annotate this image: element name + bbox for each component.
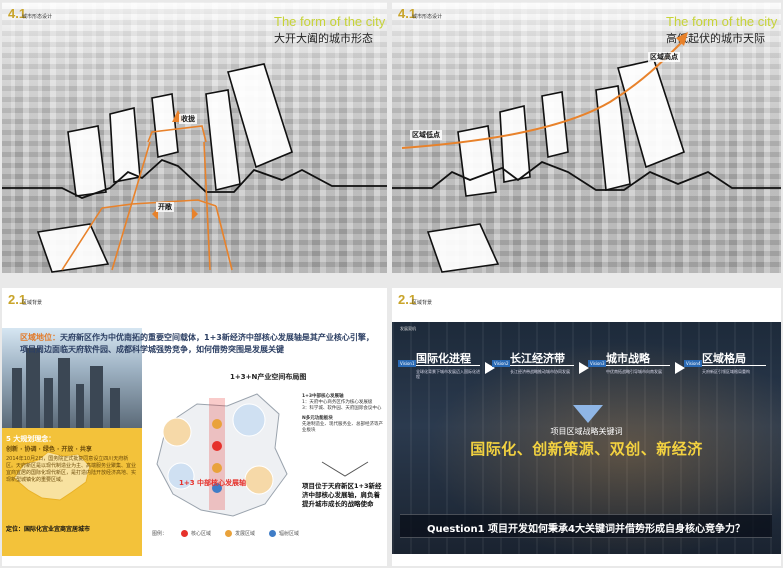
core-axis-label: 1+3 中部核心发展轴 xyxy=(179,479,247,487)
tower-e xyxy=(457,125,497,197)
slide-city-form-open-close: 4.1 城市形态设计 The form of the city 大开大阖的城市形… xyxy=(2,2,387,273)
close-right xyxy=(203,141,211,271)
skyline-arrow xyxy=(676,32,688,46)
tower-a xyxy=(226,63,293,169)
headline: 区域地位：天府新区作为中优南拓的重要空间载体，1+3新经济中部核心发展轴是其产业… xyxy=(20,332,380,356)
arrow-right xyxy=(192,208,198,220)
vision-badge: Vision4 xyxy=(684,360,703,367)
slide-development-keywords: 2.1 区域背景 发展契机 国际化进程 Vision1 全球化背景下城市发展迈入… xyxy=(392,288,781,566)
keyword-card-2: 长江经济带 Vision2 长江经济带战略推动城市协同发展 xyxy=(492,348,578,402)
spatial-layout-diagram xyxy=(156,393,288,517)
section-caption: 区域背景 xyxy=(22,300,43,306)
skyline-overlay xyxy=(392,32,781,273)
keyword-card-1: 国际化进程 Vision1 全球化背景下城市发展迈入国际化进程 xyxy=(398,352,480,379)
tower-e xyxy=(67,125,107,197)
keyword-label: 项目区域战略关键词 xyxy=(550,427,623,436)
down-arrow-icon xyxy=(573,405,603,423)
keyword-headline: 国际化、创新策源、双创、新经济 xyxy=(470,440,703,458)
tower-f xyxy=(426,223,500,273)
tower-b xyxy=(205,89,241,191)
question-text: Question1 项目开发如何秉承4大关键词并借势形成自身核心竞争力？ xyxy=(427,524,745,535)
question-bar: Question1 项目开发如何秉承4大关键词并借势形成自身核心竞争力？ xyxy=(400,514,772,538)
headline-text: 天府新区作为中优南拓的重要空间载体，1+3新经济中部核心发展轴是其产业核心引擎，… xyxy=(20,333,374,354)
tag-regional-peak: 区域高点 xyxy=(648,52,680,62)
conclusion: 项目位于天府新区1+3新经济中部核心发展轴，肩负着提升城市成长的战略使命 xyxy=(302,482,382,508)
slide-regional-background: 2.1 区域背景 区域地位：天府新区作为中优南拓的重要空间载体，1+3新经济中部… xyxy=(2,288,387,566)
tower-d xyxy=(109,106,141,183)
vision-badge: Vision2 xyxy=(492,360,511,367)
context-tag: 发展契机 xyxy=(400,326,416,331)
vision-badge: Vision3 xyxy=(588,360,607,367)
keyword-card-3: 城市战略 Vision3 中优南拓战略引导城市向南发展 xyxy=(588,348,674,402)
massing-line xyxy=(2,158,387,199)
legend-label: 图例： xyxy=(152,531,168,537)
headline-lead: 区域地位： xyxy=(20,333,60,342)
tower-b xyxy=(595,85,631,192)
section-caption: 区域背景 xyxy=(412,300,433,306)
tag-open: 开敞 xyxy=(156,202,174,212)
note-5: 先进制造业、现代服务业、总部经济等产业板块 xyxy=(302,422,383,433)
legend-item-core: 核心区域 xyxy=(181,530,211,537)
tower-c xyxy=(151,93,179,159)
open-right xyxy=(215,205,233,271)
planning-keywords: 创新 · 协调 · 绿色 · 开放 · 共享 xyxy=(6,446,92,453)
down-chevron-icon xyxy=(321,461,369,477)
tower-a xyxy=(616,59,685,169)
diagram-title: 1+3+N产业空间布局图 xyxy=(230,373,307,381)
positioning: 定位：国际化宜业宜商宜居城市 xyxy=(6,526,91,533)
tag-regional-base: 区域低点 xyxy=(410,130,442,140)
planning-concepts-title: 5 大规划理念： 创新 · 协调 · 绿色 · 开放 · 共享 xyxy=(6,435,92,453)
vision-badge: Vision1 xyxy=(398,360,417,367)
note-3: 3：科学城、软件园、天府国际会议中心 xyxy=(302,406,382,411)
keyword-card-4: 区域格局 Vision4 天府新区引领区域格局重构 xyxy=(684,348,770,402)
slide-city-skyline: 4.1 城市形态设计 The form of the city 高低起伏的城市天… xyxy=(392,2,781,273)
tag-close: 收拢 xyxy=(179,114,197,124)
legend: 图例： 核心区域 发展区域 辐射区域 xyxy=(152,530,382,537)
planning-text: 2014年10月2日，国务院正式批复同意设立四川天府新区。天府新区是以现代制造业… xyxy=(6,456,137,483)
skyline-line xyxy=(392,160,781,191)
tower-f xyxy=(36,223,110,273)
legend-item-radiate: 辐射区域 xyxy=(269,530,299,537)
diagram-notes: 1+3中部核心发展轴 1：天府中心商务区作为核心发展极 3：科学城、软件园、天府… xyxy=(302,394,384,434)
legend-item-develop: 发展区域 xyxy=(225,530,255,537)
building-massing-overlay xyxy=(2,63,387,273)
